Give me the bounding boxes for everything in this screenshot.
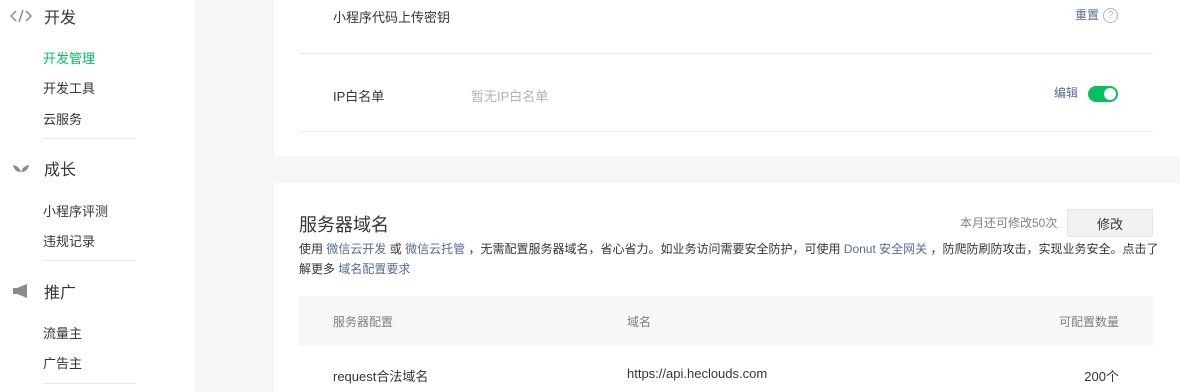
ip-whitelist-actions: 编辑 (1054, 84, 1118, 102)
reset-link[interactable]: 重置 (1075, 8, 1099, 22)
sidebar-item-violations[interactable]: 违规记录 (43, 231, 95, 250)
desc-text: ，无需配置服务器域名，省心省力。如业务访问需要安全防护，可使用 (468, 242, 841, 256)
section-title: 服务器域名 (299, 215, 389, 235)
table-cell-config: request合法域名 (333, 369, 429, 384)
sidebar-divider (43, 138, 136, 139)
table-header-count: 可配置数量 (1058, 315, 1119, 329)
domain-description: 使用 微信云开发 或 微信云托管 ，无需配置服务器域名，省心省力。如业务访问需要… (299, 239, 1159, 279)
sidebar-item-advertiser[interactable]: 广告主 (43, 353, 82, 372)
wechat-cloud-dev-link[interactable]: 微信云开发 (326, 242, 386, 256)
megaphone-icon (10, 282, 32, 300)
row-divider (299, 131, 1153, 132)
table-header-config: 服务器配置 (333, 315, 394, 329)
sidebar-item-cloud-service[interactable]: 云服务 (43, 109, 82, 128)
sidebar-group-promotion[interactable]: 推广 (10, 279, 76, 303)
domain-table-header: 服务器配置 域名 可配置数量 (299, 296, 1153, 346)
server-domain-card: 服务器域名 本月还可修改50次 修改 使用 微信云开发 或 微信云托管 ，无需配… (274, 183, 1180, 392)
sidebar-divider (43, 260, 136, 261)
sidebar-item-review[interactable]: 小程序评测 (43, 201, 108, 220)
desc-text: 使用 (299, 242, 324, 256)
domain-requirements-link[interactable]: 域名配置要求 (338, 262, 410, 276)
help-icon[interactable]: ? (1103, 8, 1118, 24)
wechat-cloud-hosting-link[interactable]: 微信云托管 (405, 242, 465, 256)
sidebar-item-traffic-owner[interactable]: 流量主 (43, 323, 82, 342)
sidebar-item-dev-management[interactable]: 开发管理 (43, 48, 95, 67)
sidebar-item-dev-tools[interactable]: 开发工具 (43, 78, 95, 97)
modify-quota-text: 本月还可修改50次 (960, 216, 1058, 230)
edit-link[interactable]: 编辑 (1054, 86, 1078, 100)
sidebar-divider (43, 383, 136, 384)
table-cell-domain: https://api.heclouds.com (627, 366, 768, 381)
desc-text: 或 (389, 242, 402, 256)
table-cell-count: 200个 (1084, 369, 1119, 384)
dev-settings-card: 小程序代码上传密钥 重置? IP白名单 暂无IP白名单 编辑 (274, 0, 1180, 156)
sidebar-group-title: 开发 (44, 10, 77, 27)
sidebar: 开发 开发管理 开发工具 云服务 成长 小程序评测 违规记录 推广 流量主 广告… (0, 0, 195, 392)
sidebar-group-title: 推广 (44, 285, 77, 302)
ip-whitelist-label: IP白名单 (333, 89, 385, 104)
donut-gateway-link[interactable]: Donut 安全网关 (844, 242, 927, 256)
upload-secret-label: 小程序代码上传密钥 (333, 10, 451, 25)
sidebar-group-growth[interactable]: 成长 (10, 156, 76, 180)
ip-whitelist-toggle[interactable] (1088, 85, 1118, 102)
sidebar-group-dev[interactable]: 开发 (10, 4, 76, 28)
modify-button[interactable]: 修改 (1067, 209, 1153, 237)
code-icon (10, 7, 32, 25)
upload-secret-actions: 重置? (1075, 6, 1118, 24)
row-divider (299, 53, 1153, 54)
ip-whitelist-value: 暂无IP白名单 (471, 89, 549, 104)
table-header-domain: 域名 (627, 315, 652, 329)
toggle-knob (1104, 87, 1116, 100)
sidebar-group-title: 成长 (44, 162, 77, 179)
sprout-icon (10, 159, 32, 177)
